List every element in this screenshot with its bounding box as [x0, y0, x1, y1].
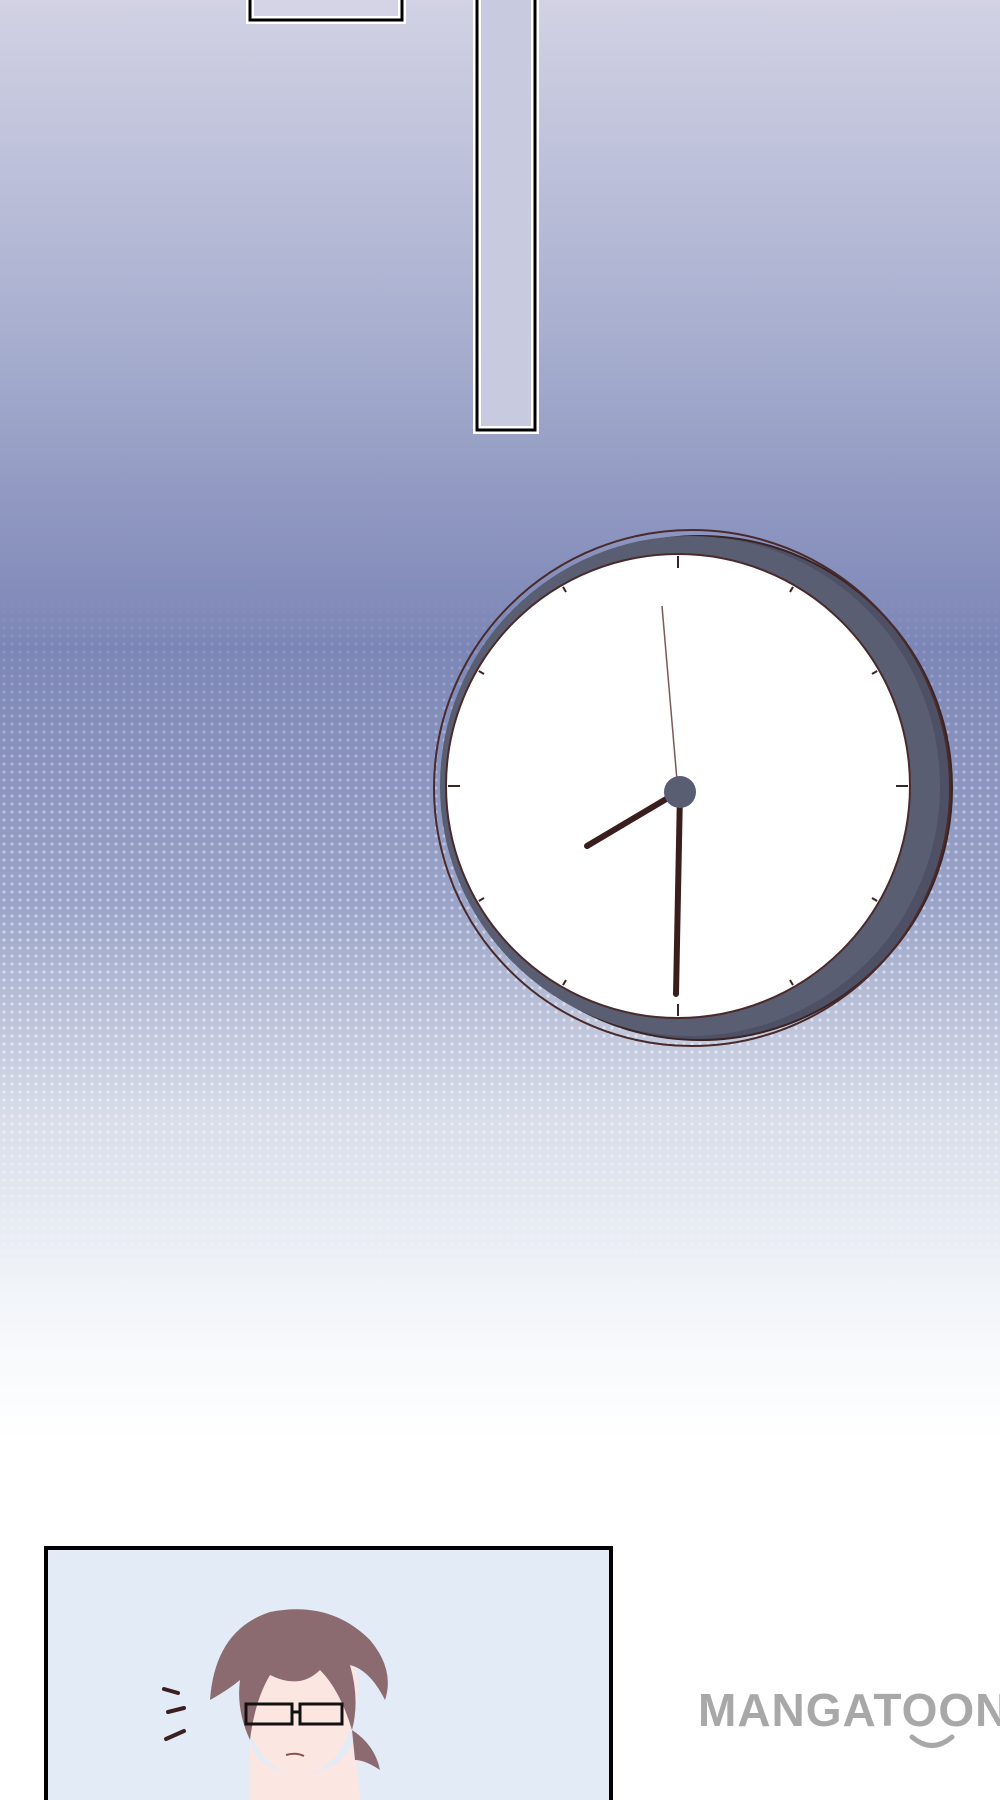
clock-center-cap	[664, 776, 696, 808]
smile-icon	[909, 1734, 955, 1748]
clock-minute-hand	[673, 789, 683, 997]
mangatoon-watermark: MANGATOON	[698, 1684, 1000, 1736]
comic-panel-bottom	[44, 1546, 613, 1800]
wall-clock	[433, 529, 953, 1047]
panel-frame-vertical-strip	[473, 0, 539, 434]
panel-frame-top-left	[246, 0, 406, 24]
